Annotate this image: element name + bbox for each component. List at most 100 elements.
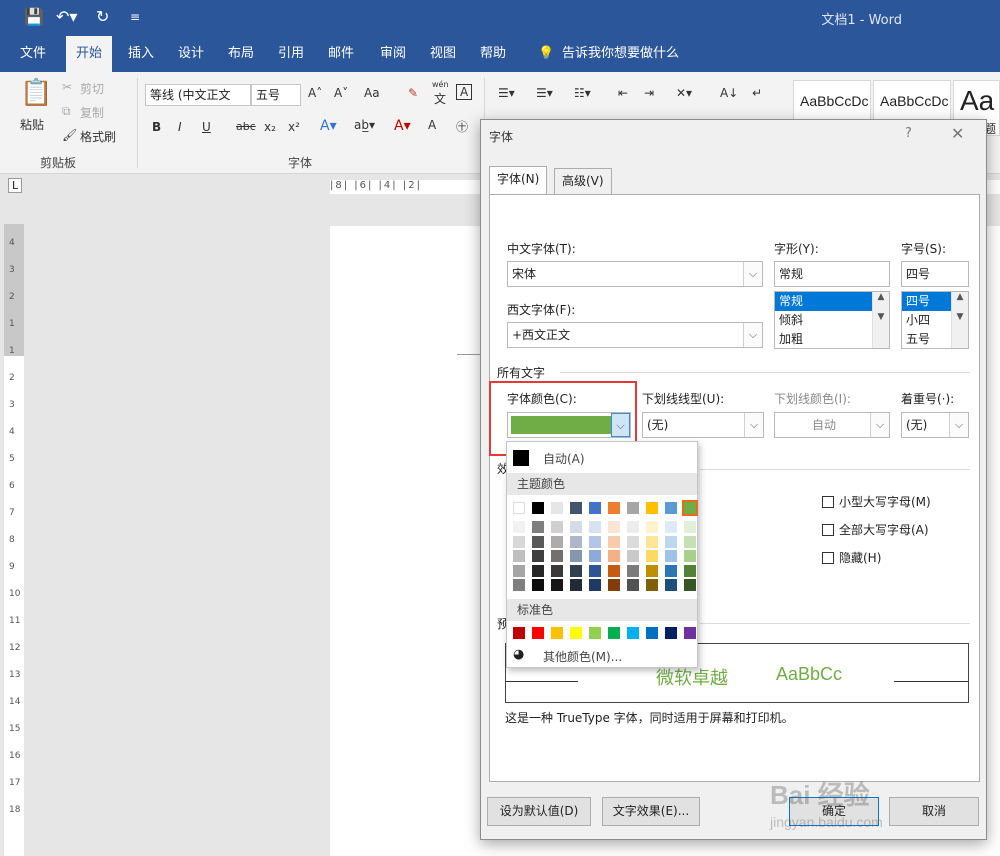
cut-icon[interactable]: ✂: [62, 80, 72, 94]
chinese-layout-icon[interactable]: ✕▾: [676, 86, 692, 100]
color-swatch[interactable]: [646, 502, 658, 514]
format-painter-button[interactable]: 格式刷: [80, 128, 116, 145]
set-default-button[interactable]: 设为默认值(D): [487, 797, 591, 826]
tab-mailings[interactable]: 邮件: [318, 36, 364, 72]
numbering-icon[interactable]: ☰▾: [536, 86, 553, 100]
tab-selector-icon[interactable]: L: [8, 178, 23, 193]
color-swatch[interactable]: [570, 535, 582, 548]
undo-icon[interactable]: ↶▾: [56, 7, 77, 26]
color-swatch[interactable]: [513, 564, 525, 577]
color-swatch[interactable]: [551, 521, 563, 533]
enclose-char-icon[interactable]: ㊉: [456, 118, 468, 135]
color-swatch[interactable]: [627, 564, 639, 577]
copy-icon[interactable]: ⧉: [62, 104, 71, 119]
scrollbar[interactable]: ▲ ▼: [872, 292, 889, 348]
font-size-input[interactable]: 四号: [901, 261, 969, 287]
color-swatch[interactable]: [684, 550, 696, 562]
cancel-button[interactable]: 取消: [889, 797, 979, 826]
color-swatch[interactable]: [551, 502, 563, 514]
color-swatch[interactable]: [570, 627, 582, 639]
color-swatch[interactable]: [551, 579, 563, 591]
tab-advanced[interactable]: 高级(V): [554, 168, 612, 194]
west-font-select[interactable]: +西文正文 ⌵: [507, 322, 763, 348]
font-size-list[interactable]: 四号 小四 五号 ▲ ▼: [901, 291, 969, 349]
subscript-button[interactable]: x₂: [264, 120, 276, 134]
color-swatch[interactable]: [665, 521, 677, 533]
font-name-combo[interactable]: 等线 (中文正文: [145, 84, 251, 106]
color-swatch[interactable]: [684, 579, 696, 591]
redo-icon[interactable]: ↻: [96, 7, 109, 26]
bullets-icon[interactable]: ☰▾: [498, 86, 515, 100]
color-swatch[interactable]: [627, 627, 639, 639]
checkbox-box[interactable]: [822, 496, 834, 508]
tell-me-box[interactable]: 告诉我你想要做什么: [552, 36, 689, 72]
paste-icon[interactable]: 📋: [20, 78, 52, 108]
color-swatch[interactable]: [551, 535, 563, 548]
auto-color-swatch[interactable]: [513, 450, 529, 466]
color-swatch[interactable]: [570, 550, 582, 562]
chevron-down-icon[interactable]: ⌵: [949, 413, 968, 437]
tab-references[interactable]: 引用: [268, 36, 314, 72]
color-swatch[interactable]: [684, 627, 696, 639]
cut-button[interactable]: 剪切: [80, 80, 104, 97]
underline-style-select[interactable]: (无) ⌵: [642, 412, 764, 438]
color-swatch[interactable]: [589, 550, 601, 562]
font-color-icon[interactable]: A▾: [394, 118, 411, 134]
color-swatch[interactable]: [646, 579, 658, 591]
chevron-down-icon[interactable]: ⌵: [744, 413, 763, 437]
color-swatch[interactable]: [646, 627, 658, 639]
tab-layout[interactable]: 布局: [218, 36, 264, 72]
color-swatch[interactable]: [589, 627, 601, 639]
small-caps-checkbox[interactable]: 小型大写字母(M): [822, 493, 931, 510]
superscript-button[interactable]: x²: [288, 120, 300, 134]
tab-help[interactable]: 帮助: [470, 36, 516, 72]
color-swatch[interactable]: [627, 550, 639, 562]
tab-review[interactable]: 审阅: [370, 36, 416, 72]
color-swatch[interactable]: [513, 502, 525, 514]
color-swatch[interactable]: [513, 579, 525, 591]
close-icon[interactable]: ✕: [951, 124, 964, 143]
customize-icon[interactable]: ≡: [130, 10, 140, 24]
color-swatch[interactable]: [532, 564, 544, 577]
color-swatch[interactable]: [665, 502, 677, 514]
color-swatch[interactable]: [532, 502, 544, 514]
clear-format-icon[interactable]: ✎: [408, 86, 418, 100]
char-border-button[interactable]: A: [456, 84, 473, 100]
sort-icon[interactable]: A↓: [720, 86, 738, 100]
font-style-input[interactable]: 常规: [774, 261, 890, 287]
color-swatch[interactable]: [684, 521, 696, 533]
color-swatch[interactable]: [665, 535, 677, 548]
save-icon[interactable]: 💾: [24, 7, 44, 26]
paste-button[interactable]: 粘贴: [20, 116, 44, 133]
tab-insert[interactable]: 插入: [118, 36, 164, 72]
italic-button[interactable]: I: [178, 120, 182, 134]
scrollbar[interactable]: ▲ ▼: [951, 292, 968, 348]
char-shading-icon[interactable]: A: [428, 118, 436, 132]
color-swatch[interactable]: [513, 627, 525, 639]
color-swatch[interactable]: [608, 564, 620, 577]
chevron-down-icon[interactable]: ⌵: [743, 262, 762, 286]
color-swatch[interactable]: [646, 550, 658, 562]
color-swatch[interactable]: [513, 521, 525, 533]
tab-home[interactable]: 开始: [66, 36, 113, 72]
multilevel-list-icon[interactable]: ☷▾: [574, 86, 591, 100]
color-swatch[interactable]: [589, 521, 601, 533]
decrease-indent-icon[interactable]: ⇤: [618, 86, 628, 100]
color-swatch[interactable]: [570, 564, 582, 577]
color-swatch[interactable]: [551, 627, 563, 639]
color-swatch[interactable]: [627, 535, 639, 548]
color-swatch[interactable]: [608, 521, 620, 533]
copy-button[interactable]: 复制: [80, 104, 104, 121]
all-caps-checkbox[interactable]: 全部大写字母(A): [822, 521, 929, 538]
grow-font-icon[interactable]: A˄: [308, 86, 322, 100]
color-swatch[interactable]: [627, 579, 639, 591]
color-swatch[interactable]: [570, 521, 582, 533]
emphasis-select[interactable]: (无) ⌵: [901, 412, 969, 438]
text-effects-icon[interactable]: A▾: [320, 118, 337, 134]
color-swatch[interactable]: [665, 550, 677, 562]
shrink-font-icon[interactable]: A˅: [334, 86, 348, 100]
bold-button[interactable]: B: [152, 120, 161, 134]
color-swatch[interactable]: [608, 535, 620, 548]
checkbox-box[interactable]: [822, 552, 834, 564]
tab-design[interactable]: 设计: [168, 36, 214, 72]
